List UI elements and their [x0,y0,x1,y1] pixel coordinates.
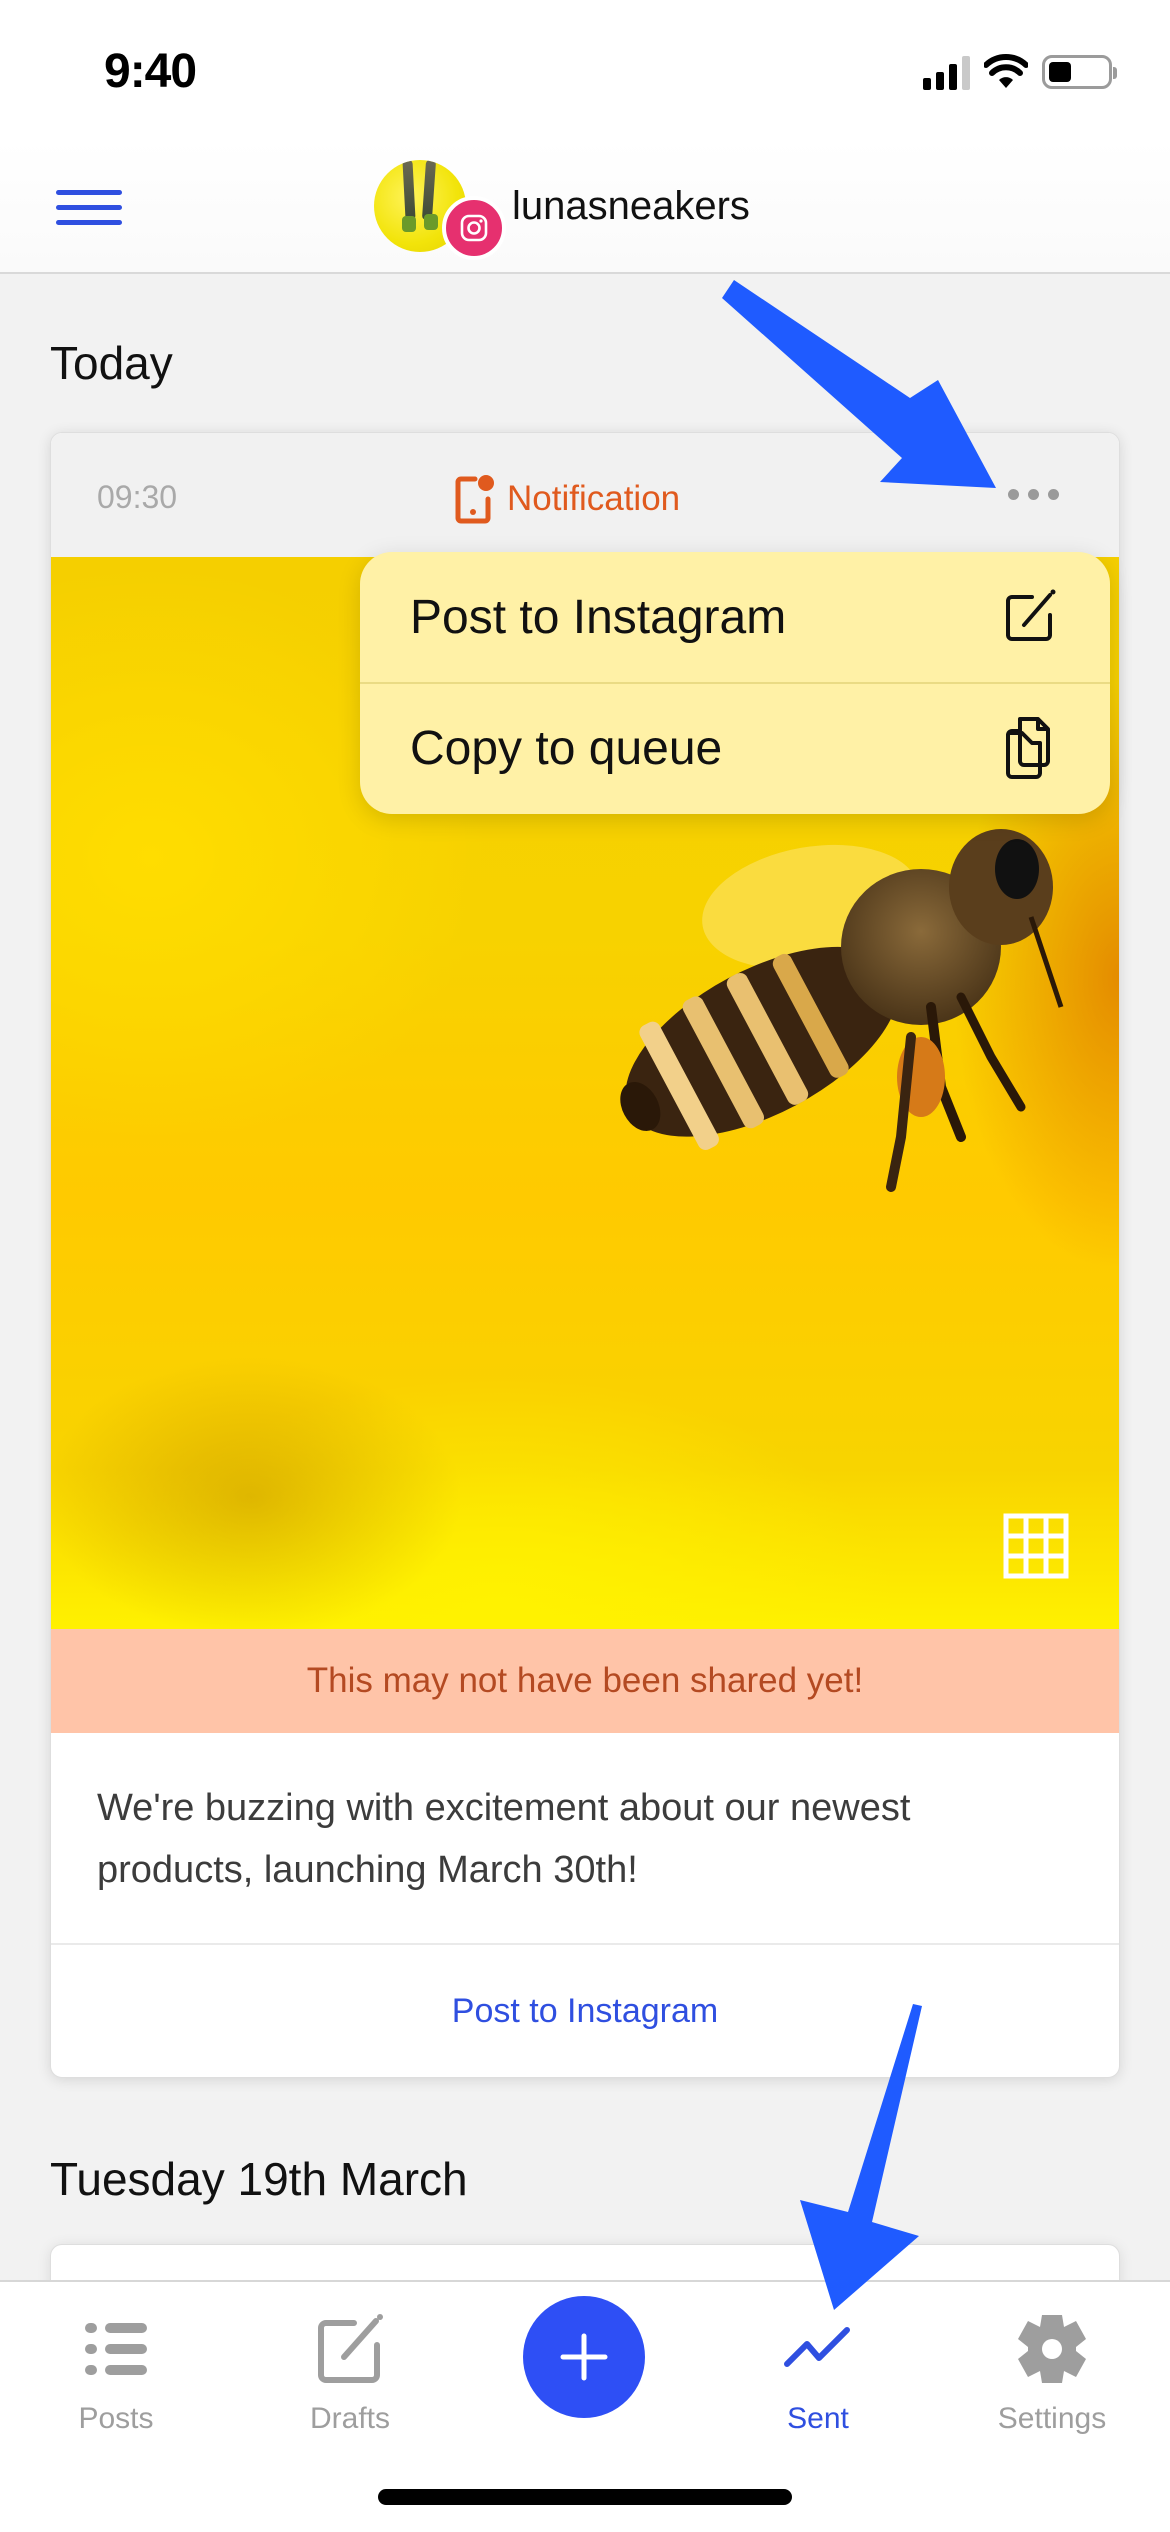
instagram-icon [442,196,506,260]
post-card-header: 09:30 Notification [51,433,1119,557]
hamburger-menu-button[interactable] [56,190,122,230]
tab-label: Sent [787,2402,849,2435]
menu-item-post-to-instagram[interactable]: Post to Instagram [360,552,1110,682]
section-title-today: Today [50,337,173,389]
section-title-tuesday: Tuesday 19th March [50,2153,468,2205]
more-options-icon [1008,489,1019,500]
post-type: Notification [455,473,680,525]
post-to-instagram-button[interactable]: Post to Instagram [51,1945,1119,2077]
home-indicator [378,2489,792,2505]
not-shared-warning: This may not have been shared yet! [51,1629,1119,1733]
more-options-button[interactable] [1008,489,1059,500]
context-menu: Post to Instagram Copy to queue [360,552,1110,814]
account-avatar [374,160,506,260]
post-caption: We're buzzing with excitement about our … [51,1733,1119,1945]
post-time: 09:30 [97,479,178,515]
account-name: lunasneakers [512,183,750,228]
post-type-label: Notification [507,479,681,518]
account-switcher[interactable]: lunasneakers [374,160,750,260]
wifi-icon [984,54,1028,88]
menu-item-copy-to-queue[interactable]: Copy to queue [360,682,1110,812]
tab-label: Drafts [309,2402,390,2435]
menu-item-label: Post to Instagram [410,590,787,644]
plus-icon [560,2333,608,2381]
copy-icon [1006,717,1050,779]
compose-icon [318,2314,383,2383]
app-header: lunasneakers [0,140,1170,274]
list-icon [85,2323,147,2375]
create-post-button[interactable] [523,2296,645,2418]
gear-icon [1018,2315,1086,2383]
tab-sent[interactable]: Sent [728,2304,908,2454]
notification-icon [455,475,494,524]
bee-image [620,829,1064,1192]
status-bar: 9:40 [0,0,1170,140]
tab-drafts[interactable]: Drafts [260,2304,440,2454]
tab-label: Settings [997,2402,1107,2435]
tab-posts[interactable]: Posts [26,2304,206,2454]
tab-settings[interactable]: Settings [962,2304,1142,2454]
chart-line-icon [784,2327,850,2367]
compose-icon [1006,589,1056,641]
menu-item-label: Copy to queue [410,721,723,775]
grid-icon[interactable] [1003,1513,1069,1579]
tab-label: Posts [78,2402,154,2435]
status-icons [923,54,1117,90]
cellular-signal-icon [923,54,970,90]
battery-icon [1042,55,1117,89]
status-time: 9:40 [104,45,197,98]
